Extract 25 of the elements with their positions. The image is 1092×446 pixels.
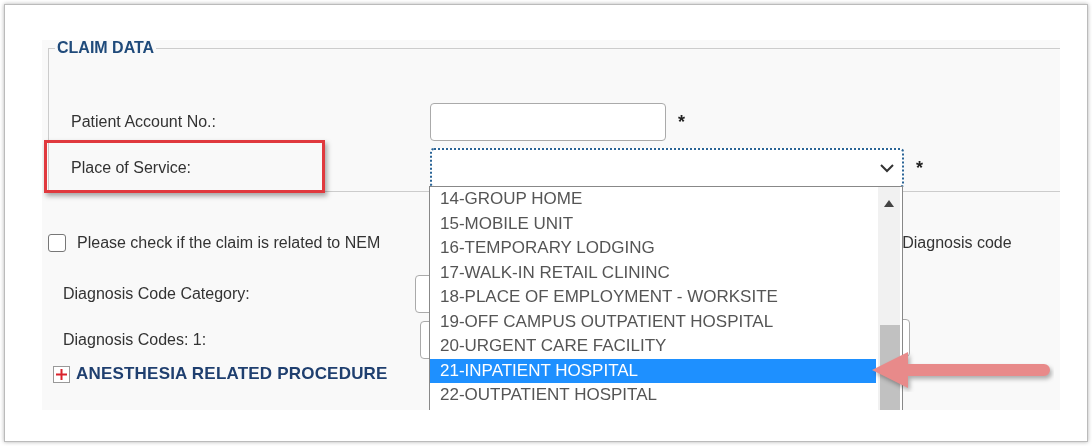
select-field[interactable] [430,148,904,188]
dropdown-option[interactable]: 19-OFF CAMPUS OUTPATIENT HOSPITAL [430,309,876,334]
dropdown-option[interactable]: 22-OUTPATIENT HOSPITAL [430,383,876,408]
field-label: Patient Account No.: [71,113,217,131]
checkbox-label: Please check if the claim is related to NEM [77,234,381,252]
scroll-up-icon[interactable] [884,200,894,207]
chevron-icon [880,163,894,173]
scrollbar[interactable] [878,187,900,410]
dropdown-option[interactable]: 16-TEMPORARY LODGING [430,236,876,261]
input-field[interactable] [430,103,666,141]
checkbox[interactable] [48,234,66,252]
expand-icon[interactable] [53,365,70,383]
section-toggle[interactable]: ANESTHESIA RELATED PROCEDURE [76,364,388,384]
section-legend: CLAIM DATA [55,40,157,56]
dropdown-option[interactable]: 20-URGENT CARE FACILITY [430,334,876,359]
dropdown-option[interactable]: 14-GROUP HOME [430,187,876,212]
field-label: Diagnosis Code Category: [63,285,251,303]
checkbox-label: Diagnosis code [902,234,1012,252]
dropdown-option[interactable]: 18-PLACE OF EMPLOYMENT - WORKSITE [430,285,876,310]
dropdown-option[interactable]: 15-MOBILE UNIT [430,211,876,236]
required-mark: * [916,157,923,179]
dropdown-option[interactable]: 17-WALK-IN RETAIL CLININC [430,260,876,285]
field-label: Place of Service: [71,159,193,177]
field-label: Diagnosis Codes: 1: [63,331,208,349]
required-mark: * [678,111,685,133]
